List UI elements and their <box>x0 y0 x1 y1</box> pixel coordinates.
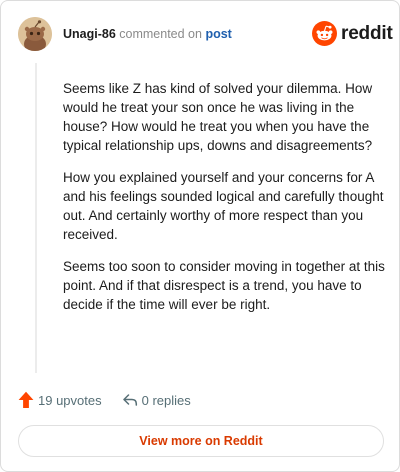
comment-body: Seems like Z has kind of solved your dil… <box>63 79 385 327</box>
comment-paragraph: Seems like Z has kind of solved your dil… <box>63 81 373 153</box>
comment-actions: 19 upvotes 0 replies <box>18 391 191 409</box>
view-more-label: View more on Reddit <box>139 434 263 448</box>
upvote-button[interactable]: 19 upvotes <box>18 391 102 409</box>
comment-paragraph: How you explained yourself and your conc… <box>63 170 384 242</box>
view-more-on-reddit-button[interactable]: View more on Reddit <box>18 425 384 457</box>
replies-count: 0 replies <box>141 392 191 408</box>
commented-on-text: commented on <box>119 27 202 41</box>
snoo-avatar-icon <box>18 17 52 51</box>
upvote-count: 19 upvotes <box>38 392 102 408</box>
username-link[interactable]: Unagi-86 <box>63 27 116 41</box>
reddit-brand-link[interactable]: reddit <box>312 21 393 46</box>
comment-header: Unagi-86 commented on post <box>63 26 232 42</box>
comment-paragraph: Seems too soon to consider moving in tog… <box>63 259 385 312</box>
reddit-logo-icon <box>312 21 337 46</box>
user-avatar[interactable] <box>18 17 52 51</box>
upvote-arrow-icon <box>18 391 34 408</box>
post-link[interactable]: post <box>205 27 231 41</box>
reply-arrow-icon <box>122 394 137 406</box>
reddit-wordmark: reddit <box>341 22 393 44</box>
embedded-comment-card: Unagi-86 commented on post reddit Seems … <box>0 0 400 472</box>
replies-button[interactable]: 0 replies <box>122 392 191 408</box>
thread-line <box>35 63 37 373</box>
